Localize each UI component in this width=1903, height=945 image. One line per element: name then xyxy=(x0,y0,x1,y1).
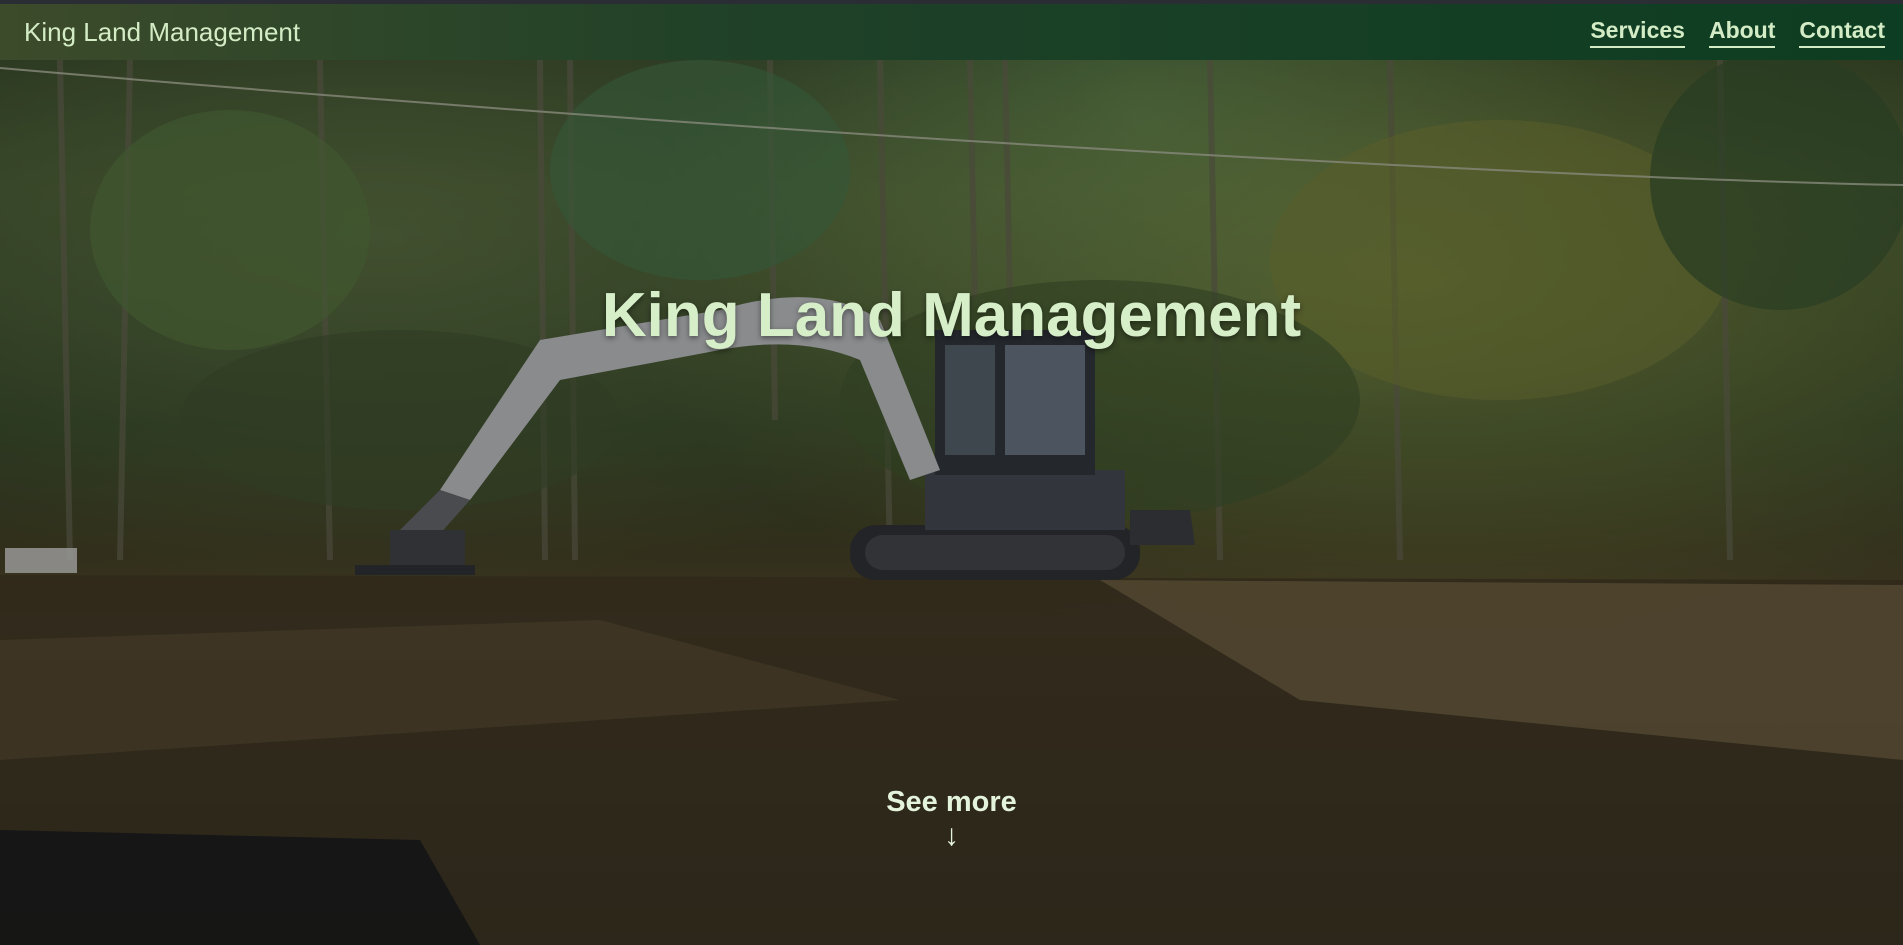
arrow-down-icon: ↓ xyxy=(944,819,959,852)
see-more-button[interactable]: See more ↓ xyxy=(0,786,1903,851)
nav-link-contact[interactable]: Contact xyxy=(1799,17,1885,48)
see-more-label: See more xyxy=(886,786,1017,818)
top-navbar: King Land Management Services About Cont… xyxy=(0,0,1903,60)
brand-link[interactable]: King Land Management xyxy=(24,17,300,48)
page: King Land Management Services About Cont… xyxy=(0,0,1903,945)
nav-links: Services About Contact xyxy=(1590,17,1885,48)
nav-link-services[interactable]: Services xyxy=(1590,17,1685,48)
nav-link-about[interactable]: About xyxy=(1708,17,1776,48)
hero-title: King Land Management xyxy=(601,281,1302,350)
